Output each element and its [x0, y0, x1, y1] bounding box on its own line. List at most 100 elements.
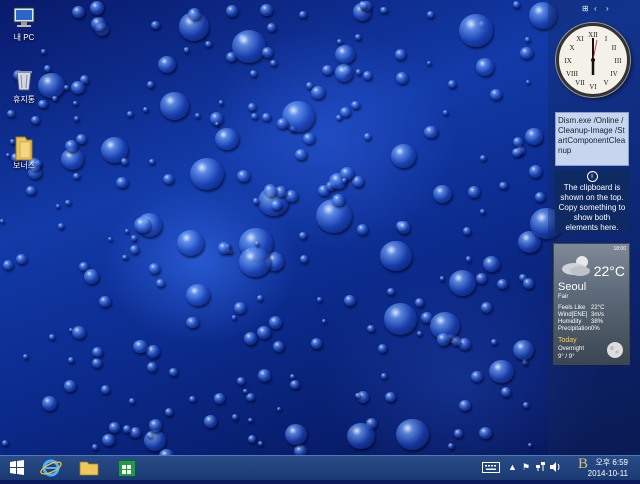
water-droplet: [521, 359, 528, 366]
water-droplet: [310, 338, 322, 349]
water-droplet: [396, 419, 429, 450]
desktop-wallpaper: [0, 0, 640, 464]
water-droplet: [295, 148, 308, 160]
water-droplet: [243, 332, 258, 346]
water-droplet: [129, 426, 142, 438]
water-droplet: [414, 298, 424, 308]
water-droplet: [67, 356, 75, 364]
sidebar-forward-icon[interactable]: ›: [606, 4, 609, 13]
water-droplet: [65, 199, 72, 206]
weather-row: Humidity 38%: [558, 319, 604, 325]
water-droplet: [311, 86, 325, 99]
windows-logo-icon: [10, 460, 24, 475]
water-droplet: [30, 115, 40, 125]
water-droplet: [299, 10, 308, 19]
water-droplet: [416, 331, 423, 337]
water-droplet: [247, 103, 257, 112]
svg-text:III: III: [615, 57, 623, 65]
water-droplet: [177, 229, 205, 256]
water-droplet: [439, 276, 445, 281]
water-droplet: [427, 11, 435, 18]
water-droplet: [73, 172, 81, 179]
water-droplet: [214, 121, 219, 126]
water-droplet: [246, 392, 256, 401]
clock-gadget[interactable]: XII I II III IV V VI VII VIII IX X XI: [556, 23, 630, 97]
water-droplet: [149, 263, 161, 274]
water-droplet: [462, 227, 471, 236]
water-droplet: [475, 58, 495, 76]
water-droplet: [512, 136, 524, 147]
water-droplet: [218, 242, 231, 254]
water-droplet: [527, 442, 533, 447]
water-droplet: [124, 229, 129, 234]
water-droplet: [71, 81, 85, 95]
water-droplet: [281, 100, 315, 133]
desktop-icon-label: 휴지통: [12, 95, 36, 104]
water-droplet: [303, 132, 315, 144]
water-droplet: [480, 302, 493, 314]
chevron-up-icon[interactable]: ▲: [508, 462, 517, 472]
water-droplet: [339, 106, 351, 117]
water-droplet: [91, 16, 106, 31]
sidebar-back-icon[interactable]: ‹: [594, 4, 597, 13]
svg-text:IV: IV: [610, 70, 617, 78]
water-droplet: [232, 30, 267, 63]
water-droplet: [92, 443, 99, 450]
internet-explorer-button[interactable]: [36, 457, 66, 479]
water-droplet: [218, 100, 223, 105]
water-droplet: [122, 425, 131, 433]
water-droplet: [459, 400, 471, 412]
water-droplet: [448, 80, 457, 89]
water-droplet: [90, 1, 105, 15]
clipboard-info-panel: i The clipboard is shown on the top. Cop…: [555, 169, 629, 233]
water-droplet: [380, 6, 388, 14]
weather-overnight-label: Overnight: [558, 346, 585, 352]
desktop-icon-this-pc[interactable]: 내 PC: [4, 6, 44, 43]
sidebar-add-icon[interactable]: ⊞: [582, 4, 589, 13]
weather-gadget[interactable]: 18:00 22°C Seoul Fair Feels Like 22°C Win…: [553, 243, 630, 365]
water-droplet: [268, 316, 282, 329]
start-button[interactable]: [2, 457, 32, 479]
water-droplet: [256, 326, 271, 340]
desktop-icon-bonus-folder[interactable]: 보너스: [4, 134, 44, 171]
desktop-icon-recycle-bin[interactable]: 휴지통: [4, 68, 44, 105]
network-icon[interactable]: [536, 462, 546, 474]
water-droplet: [380, 241, 412, 271]
water-droplet: [528, 165, 542, 178]
water-droplet: [142, 106, 148, 112]
water-droplet: [490, 338, 498, 346]
water-droplet: [277, 407, 282, 412]
water-droplet: [465, 256, 472, 262]
computer-icon: [11, 6, 37, 30]
keyboard-icon[interactable]: [482, 462, 500, 475]
water-droplet: [186, 316, 199, 329]
volume-icon[interactable]: [550, 462, 561, 474]
water-droplet: [149, 158, 155, 164]
water-droplet: [261, 46, 274, 58]
water-droplet: [258, 440, 264, 446]
water-droplet: [522, 402, 529, 408]
store-button[interactable]: [112, 457, 142, 479]
water-droplet: [147, 362, 158, 372]
flag-icon[interactable]: ⚑: [522, 462, 530, 473]
desktop-icon-label: 보너스: [12, 161, 36, 170]
water-droplet: [41, 396, 58, 412]
file-explorer-button[interactable]: [74, 457, 104, 479]
water-droplet: [490, 88, 502, 100]
water-droplet: [355, 69, 362, 75]
tray-clock[interactable]: 오후 6:59 2014-10-11: [588, 457, 628, 479]
water-droplet: [57, 223, 65, 230]
water-droplet: [260, 4, 273, 16]
water-droplet: [41, 49, 46, 54]
water-droplet: [73, 100, 79, 106]
water-droplet: [522, 277, 534, 289]
water-droplet: [447, 443, 454, 449]
clipboard-content[interactable]: Dism.exe /Online /Cleanup-Image /StartCo…: [555, 112, 629, 166]
water-droplet: [23, 354, 29, 360]
water-droplet: [350, 100, 360, 109]
water-droplet: [2, 440, 9, 447]
water-droplet: [526, 79, 531, 84]
water-droplet: [100, 385, 110, 394]
water-droplet: [535, 192, 546, 202]
water-droplet: [300, 255, 309, 263]
